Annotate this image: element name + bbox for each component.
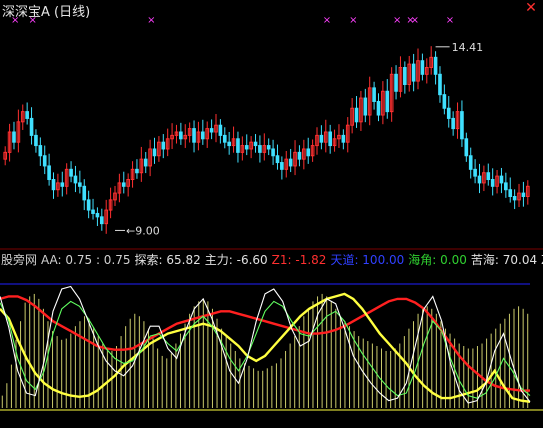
candle-body <box>99 216 104 225</box>
candle-body <box>95 212 100 218</box>
indicator-value-4: Z1: -1.82 <box>271 253 327 267</box>
indicator-value-2: 探索: 65.82 <box>134 253 201 267</box>
candle-body <box>253 141 258 147</box>
candle-body <box>512 195 517 201</box>
candle-body <box>51 179 56 191</box>
candle-body <box>60 182 65 187</box>
stock-chart-window: × × × × × × × × × 14.41 ←9.00 深深宝A (日线) ✕ 股旁网 AA: 0… <box>0 0 543 428</box>
candle-body <box>25 111 29 119</box>
candle-body <box>486 172 491 181</box>
candle-body <box>288 158 293 167</box>
candle-body <box>38 145 43 157</box>
candle-body <box>42 155 47 167</box>
chart-canvas: × × × × × × ×× ×14.41←9.00 <box>0 15 543 411</box>
candle-body <box>34 134 38 147</box>
candle-body <box>504 182 508 191</box>
candle-body <box>91 209 95 214</box>
indicator-value-5: 天道: 100.00 <box>330 253 405 267</box>
candle-body <box>499 175 504 184</box>
candle-body <box>438 73 442 96</box>
indicator-value-bar: 股旁网 AA: 0.75 : 0.75 探索: 65.82 主力: -6.60 Z1: … <box>1 251 543 267</box>
candle-body <box>86 199 91 211</box>
indicator-panel <box>0 283 543 411</box>
candle-body <box>121 182 126 187</box>
candle-body <box>12 131 16 143</box>
candle-body <box>47 165 51 181</box>
candle-body <box>218 124 223 136</box>
close-icon[interactable]: ✕ <box>522 0 540 16</box>
candle-body <box>473 168 477 177</box>
signal-marker: × <box>349 15 357 26</box>
candle-body <box>143 158 148 167</box>
signal-marker: × <box>147 15 155 26</box>
high-price-label: 14.41 <box>452 41 484 54</box>
indicator-value-0: 股旁网 <box>1 253 38 267</box>
candle-body <box>201 131 205 140</box>
candle-body <box>464 138 469 157</box>
candle-body <box>152 148 157 157</box>
indicator-value-6: 海角: 0.00 <box>408 253 467 267</box>
signal-marker: × <box>446 15 454 26</box>
candle-body <box>236 138 240 153</box>
candle-body <box>319 134 324 143</box>
candle-body <box>306 148 311 157</box>
candle-body <box>385 90 390 113</box>
candle-body <box>244 145 249 150</box>
candle-body <box>78 182 82 187</box>
low-price-label: ←9.00 <box>126 224 160 237</box>
candle-body <box>420 60 425 75</box>
candle-body <box>328 131 332 147</box>
candle-body <box>271 148 275 157</box>
candle-body <box>73 175 78 184</box>
candle-body <box>280 162 284 170</box>
candle-body <box>521 192 526 197</box>
candle-body <box>354 107 359 123</box>
price-panel: × × × × × × ×× ×14.41←9.00 <box>3 15 530 237</box>
indicator-value-7: 苦海: 70.04 <box>470 253 538 267</box>
candle-body <box>29 117 34 136</box>
candle-body <box>490 179 495 187</box>
window-title: 深深宝A (日线) <box>2 5 91 20</box>
candle-body <box>341 134 346 143</box>
candle-body <box>477 175 482 184</box>
candle-body <box>363 97 368 116</box>
candle-body <box>468 155 473 170</box>
candle-body <box>82 185 87 201</box>
candle-body <box>451 117 455 130</box>
signal-marker: × <box>393 15 401 26</box>
candle-body <box>266 145 271 150</box>
indicator-value-3: 主力: -6.60 <box>204 253 268 267</box>
candle-body <box>442 94 447 109</box>
candle-body <box>275 155 280 164</box>
candle-body <box>69 168 73 177</box>
signal-marker: × <box>323 15 331 26</box>
signal-marker: × <box>411 15 419 26</box>
candle-body <box>135 168 139 174</box>
indicator-value-1: AA: 0.75 : 0.75 <box>41 253 131 267</box>
candle-body <box>508 189 513 197</box>
candle-body <box>297 151 302 160</box>
candle-body <box>192 128 196 143</box>
candle-body <box>446 107 451 119</box>
candle-body <box>411 63 416 82</box>
candle-body <box>403 67 407 85</box>
candle-body <box>222 134 227 143</box>
candle-body <box>394 73 398 92</box>
candle-body <box>372 87 376 102</box>
candle-body <box>227 141 231 147</box>
candle-body <box>161 141 166 150</box>
candle-body <box>258 145 262 153</box>
candle-body <box>209 128 214 133</box>
candle-body <box>460 111 464 140</box>
candle-body <box>433 56 438 75</box>
candle-body <box>179 131 183 140</box>
candle-body <box>376 100 381 116</box>
